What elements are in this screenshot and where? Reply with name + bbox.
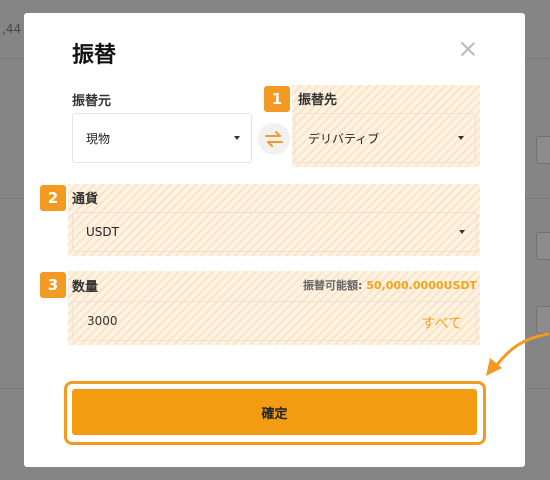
currency-highlight: 通貨 USDT — [68, 184, 480, 256]
available-amount: 振替可能額: 50,000.0000USDT — [303, 277, 477, 293]
quantity-label: 数量 — [72, 280, 99, 295]
step-badge-1: 1 — [264, 86, 290, 112]
from-label: 振替元 — [72, 94, 112, 109]
available-label: 振替可能額: — [303, 279, 367, 292]
step-badge-2: 2 — [40, 185, 66, 211]
curved-arrow-icon — [486, 332, 550, 376]
from-select-value: 現物 — [86, 131, 111, 146]
transfer-modal: 振替 振替元 現物 1 振替先 デリバティブ 2 通貨 USDT 3 数量 振替… — [24, 13, 525, 467]
to-select-value: デリバティブ — [308, 131, 380, 146]
step-badge-3: 3 — [40, 272, 66, 298]
swap-icon — [265, 131, 283, 147]
caret-down-icon — [458, 136, 464, 140]
quantity-input[interactable]: 3000 すべて — [72, 301, 477, 341]
close-icon[interactable] — [460, 41, 476, 57]
currency-label: 通貨 — [72, 192, 99, 207]
currency-select-value: USDT — [86, 225, 119, 239]
to-label: 振替先 — [298, 93, 338, 108]
from-select[interactable]: 現物 — [72, 113, 252, 163]
swap-button[interactable] — [258, 123, 290, 155]
available-value: 50,000.0000USDT — [366, 279, 477, 292]
to-highlight: 振替先 デリバティブ — [292, 85, 480, 167]
modal-title: 振替 — [72, 43, 117, 68]
currency-select[interactable]: USDT — [72, 212, 477, 252]
quantity-value: 3000 — [87, 314, 118, 328]
caret-down-icon — [234, 136, 240, 140]
caret-down-icon — [459, 230, 465, 234]
to-select[interactable]: デリバティブ — [294, 113, 476, 163]
all-button[interactable]: すべて — [422, 313, 462, 333]
confirm-button[interactable]: 確定 — [72, 389, 477, 435]
